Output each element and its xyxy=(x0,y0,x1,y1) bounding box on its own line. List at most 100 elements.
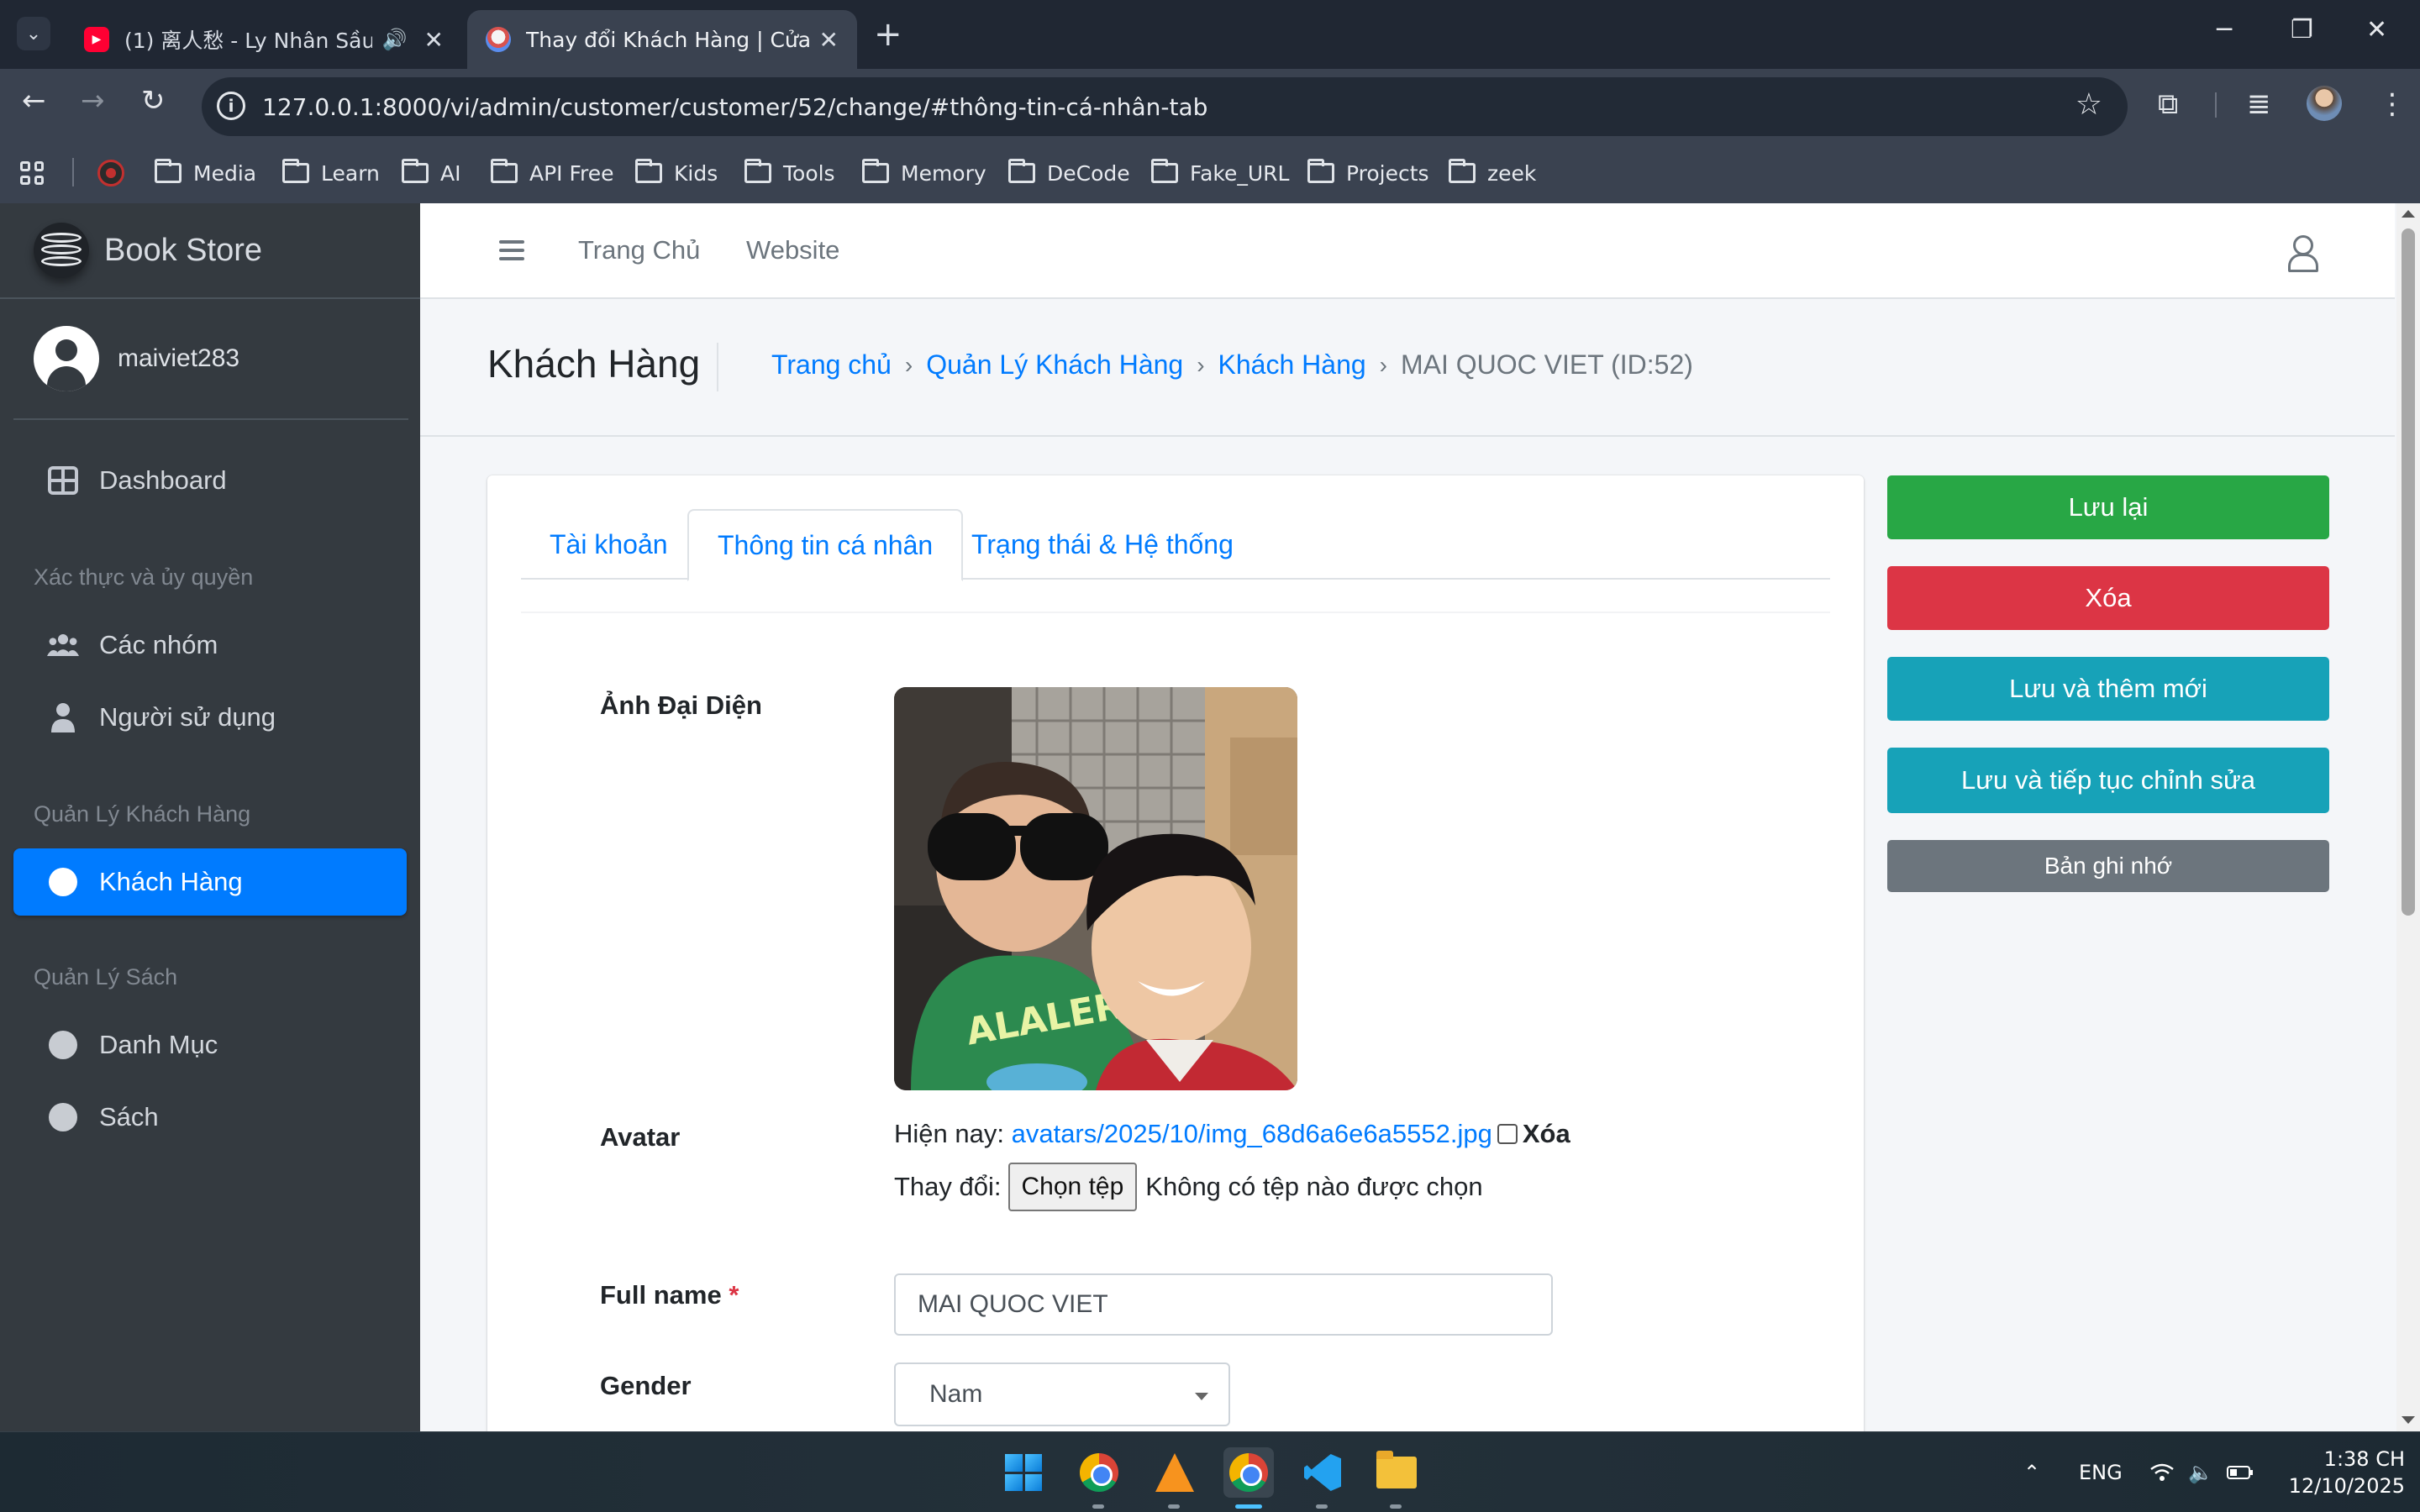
full-name-label-text: Full name xyxy=(600,1280,722,1310)
folder-icon xyxy=(282,159,309,183)
folder-icon xyxy=(402,159,429,183)
wifi-icon[interactable] xyxy=(2149,1432,2175,1512)
full-name-input[interactable]: MAI QUOC VIET xyxy=(894,1273,1553,1336)
address-bar[interactable]: i 127.0.0.1:8000/vi/admin/customer/custo… xyxy=(202,77,2128,136)
bookmark-folder[interactable]: API Free xyxy=(491,143,614,203)
folder-icon xyxy=(744,159,771,183)
taskbar-chrome-profile[interactable] xyxy=(1074,1447,1124,1498)
battery-icon[interactable] xyxy=(2227,1432,2254,1512)
tab-search-button[interactable]: ⌄ xyxy=(17,17,50,50)
reload-icon[interactable]: ↻ xyxy=(141,84,166,118)
browser-tab-strip: ⌄ ▶ (1) 离人愁 - Ly Nhân Sầu - Lý 🔊 ✕ Thay … xyxy=(0,0,2420,69)
bookmark-label: zeek xyxy=(1487,160,1537,186)
active-indicator xyxy=(1235,1504,1262,1509)
bookmark-folder[interactable]: zeek xyxy=(1449,143,1536,203)
bookmark-folder[interactable]: Media xyxy=(155,143,256,203)
circle-icon xyxy=(47,1103,79,1131)
sidebar-item-groups[interactable]: Các nhóm xyxy=(13,612,407,679)
tab-personal-info[interactable]: Thông tin cá nhân xyxy=(687,509,964,581)
books-logo-icon xyxy=(34,223,89,278)
hamburger-menu-icon[interactable] xyxy=(499,240,524,260)
volume-icon[interactable]: 🔈 xyxy=(2188,1432,2213,1512)
nav-header-book-mgmt: Quản Lý Sách xyxy=(34,964,178,990)
choose-file-button[interactable]: Chọn tệp xyxy=(1007,1163,1138,1211)
admin-sidebar: Book Store maiviet283 Dashboard Xác thực… xyxy=(0,203,420,1431)
breadcrumb-customer-mgmt[interactable]: Quản Lý Khách Hàng xyxy=(926,349,1183,381)
clear-avatar-checkbox[interactable] xyxy=(1497,1124,1518,1144)
bookmark-folder[interactable]: Projects xyxy=(1307,143,1429,203)
bookmark-folder[interactable]: Fake_URL xyxy=(1151,143,1289,203)
avatar-preview-image: ALALERO xyxy=(894,687,1297,1090)
nav-link-website[interactable]: Website xyxy=(746,235,839,265)
language-indicator[interactable]: ENG xyxy=(2079,1432,2123,1512)
tab-status-system[interactable]: Trạng thái & Hệ thống xyxy=(943,509,1262,580)
breadcrumb-customers[interactable]: Khách Hàng xyxy=(1218,349,1366,381)
taskbar-file-explorer[interactable] xyxy=(1371,1447,1422,1498)
save-add-another-button[interactable]: Lưu và thêm mới xyxy=(1887,657,2329,721)
sidebar-item-customers[interactable]: Khách Hàng xyxy=(13,848,407,916)
back-icon[interactable]: ← xyxy=(22,84,46,118)
tray-overflow-icon[interactable]: ⌃ xyxy=(2023,1432,2040,1512)
bookmark-folder[interactable]: Kids xyxy=(635,143,718,203)
clear-avatar-label[interactable]: Xóa xyxy=(1523,1119,1570,1149)
save-continue-button[interactable]: Lưu và tiếp tục chỉnh sửa xyxy=(1887,748,2329,813)
forward-icon[interactable]: → xyxy=(81,84,105,118)
sidebar-item-dashboard[interactable]: Dashboard xyxy=(13,447,407,514)
nav-link-home[interactable]: Trang Chủ xyxy=(578,235,700,265)
record-icon[interactable] xyxy=(97,160,124,186)
restore-icon[interactable]: ❐ xyxy=(2291,15,2313,45)
gender-select[interactable]: Nam xyxy=(894,1362,1230,1426)
brand-link[interactable]: Book Store xyxy=(0,203,420,299)
bookmark-folder[interactable]: Tools xyxy=(744,143,835,203)
bookmark-folder[interactable]: AI xyxy=(402,143,460,203)
tab-account[interactable]: Tài khoản xyxy=(521,509,697,580)
bookmark-folder[interactable]: DeCode xyxy=(1008,143,1130,203)
current-avatar-link[interactable]: avatars/2025/10/img_68d6a6e6a5552.jpg xyxy=(1012,1119,1492,1149)
vscode-icon xyxy=(1304,1454,1341,1491)
bookmark-label: API Free xyxy=(529,160,614,186)
close-tab-icon[interactable]: ✕ xyxy=(819,26,839,54)
new-tab-button[interactable]: + xyxy=(874,15,902,54)
taskbar-chrome[interactable] xyxy=(1223,1447,1274,1498)
breadcrumb-home[interactable]: Trang chủ xyxy=(771,349,892,381)
profile-avatar[interactable] xyxy=(2307,86,2342,121)
browser-tab-active[interactable]: Thay đổi Khách Hàng | Cửa Hàng ✕ xyxy=(467,10,857,69)
gender-selected-value: Nam xyxy=(929,1380,983,1408)
extensions-icon[interactable]: ⧉ xyxy=(2158,87,2178,121)
scroll-up-icon[interactable] xyxy=(2402,210,2415,218)
apps-grid-icon[interactable] xyxy=(20,161,44,185)
speaker-icon[interactable]: 🔊 xyxy=(382,28,408,51)
minimize-icon[interactable]: ─ xyxy=(2217,15,2232,45)
sidebar-item-books[interactable]: Sách xyxy=(13,1084,407,1151)
bookmark-folder[interactable]: Memory xyxy=(862,143,986,203)
bookmark-divider xyxy=(72,158,74,186)
bookmark-folder[interactable]: Learn xyxy=(282,143,380,203)
title-divider xyxy=(717,343,718,391)
start-button[interactable] xyxy=(998,1447,1049,1498)
bookmark-label: Kids xyxy=(674,160,718,186)
sidebar-item-label: Người sử dụng xyxy=(99,702,276,732)
close-tab-icon[interactable]: ✕ xyxy=(424,26,444,54)
page-scrollbar[interactable] xyxy=(2396,203,2420,1431)
sidebar-item-categories[interactable]: Danh Mục xyxy=(13,1011,407,1079)
bookmark-star-icon[interactable]: ☆ xyxy=(2075,87,2102,122)
site-info-icon[interactable]: i xyxy=(217,92,245,120)
sidebar-item-users[interactable]: Người sử dụng xyxy=(13,684,407,751)
save-button[interactable]: Lưu lại xyxy=(1887,475,2329,539)
close-window-icon[interactable]: ✕ xyxy=(2366,15,2387,45)
bookmark-label: DeCode xyxy=(1047,160,1130,186)
media-control-icon[interactable]: ≣ xyxy=(2247,87,2271,121)
history-button[interactable]: Bản ghi nhớ xyxy=(1887,840,2329,892)
user-panel[interactable]: maiviet283 xyxy=(13,299,408,420)
user-menu-icon[interactable] xyxy=(2286,235,2318,272)
scrollbar-thumb[interactable] xyxy=(2402,228,2415,916)
system-clock[interactable]: 1:38 CH 12/10/2025 xyxy=(2279,1446,2405,1499)
delete-button[interactable]: Xóa xyxy=(1887,566,2329,630)
menu-icon[interactable]: ⋮ xyxy=(2378,87,2407,121)
scroll-down-icon[interactable] xyxy=(2402,1416,2415,1424)
taskbar-orange-app[interactable] xyxy=(1150,1447,1200,1498)
browser-tab-youtube[interactable]: ▶ (1) 离人愁 - Ly Nhân Sầu - Lý 🔊 ✕ xyxy=(66,10,462,69)
bookmark-label: Projects xyxy=(1346,160,1429,186)
top-navbar: Trang Chủ Website xyxy=(420,203,2395,299)
taskbar-vscode[interactable] xyxy=(1297,1447,1348,1498)
